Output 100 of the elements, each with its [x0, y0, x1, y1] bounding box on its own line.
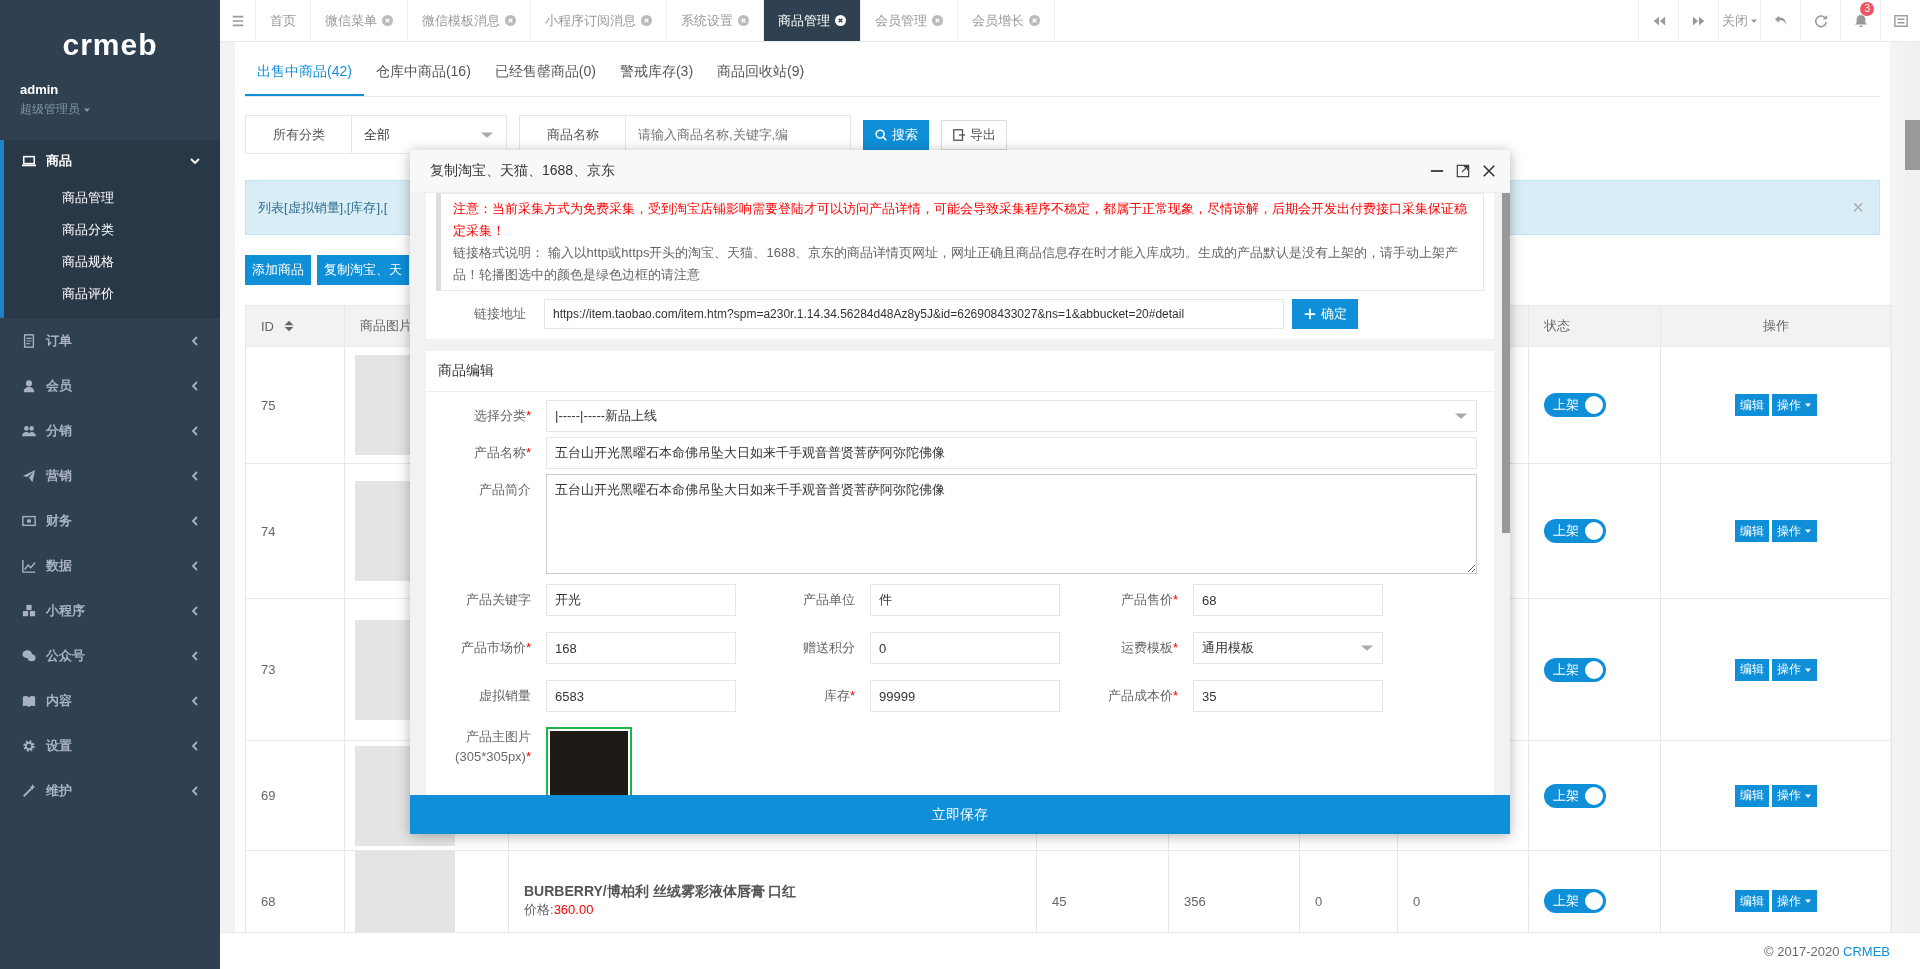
page-tab[interactable]: 商品管理: [764, 0, 861, 41]
sidebar-menu-item[interactable]: 订单: [0, 318, 220, 363]
input-field[interactable]: 168: [546, 632, 736, 664]
field-label: 产品售价*: [1119, 591, 1179, 609]
bell-icon: [1853, 13, 1868, 28]
edit-button[interactable]: 编辑: [1734, 890, 1769, 912]
close-icon: [1482, 164, 1496, 178]
people-icon: [22, 423, 36, 438]
banknote-icon: [22, 513, 36, 528]
input-field[interactable]: 6583: [546, 680, 736, 712]
edit-button[interactable]: 编辑: [1734, 520, 1769, 542]
export-button[interactable]: 导出: [941, 119, 1007, 150]
page-tab[interactable]: 会员管理: [861, 0, 958, 41]
field-label: 产品简介: [478, 481, 532, 499]
sidebar-submenu-item[interactable]: 商品规格: [4, 246, 220, 278]
save-button[interactable]: 立即保存: [410, 795, 1510, 834]
input-field[interactable]: 五台山开光黑曜石本命佛吊坠大日如来千手观音普贤菩萨阿弥陀佛像: [546, 437, 1477, 469]
tab[interactable]: 仓库中商品(16): [363, 42, 483, 96]
field-label: 产品市场价*: [459, 639, 532, 657]
more-actions-button[interactable]: 操作: [1772, 520, 1818, 542]
sidebar-menu-item[interactable]: 小程序: [0, 588, 220, 633]
page-tab[interactable]: 首页: [256, 0, 311, 41]
caret-icon: [1804, 527, 1813, 535]
more-actions-button[interactable]: 操作: [1772, 784, 1818, 807]
tab[interactable]: 出售中商品(42): [245, 42, 364, 96]
input-field[interactable]: 68: [1193, 584, 1383, 616]
category-dropdown[interactable]: 全部: [352, 116, 506, 153]
sidebar-menu-item[interactable]: 商品: [4, 140, 220, 182]
tab[interactable]: 警戒库存(3): [607, 42, 706, 96]
text-area[interactable]: 五台山开光黑曜石本命佛吊坠大日如来千手观音普贤菩萨阿弥陀佛像: [546, 474, 1477, 574]
status-toggle[interactable]: 上架: [1544, 519, 1606, 543]
confirm-button[interactable]: 确定: [1292, 299, 1358, 329]
status-toggle[interactable]: 上架: [1544, 889, 1606, 913]
sort-icon: [282, 319, 296, 333]
page-tab[interactable]: 小程序订阅消息: [531, 0, 667, 41]
dropdown[interactable]: 通用模板: [1193, 632, 1383, 664]
dialog-title: 复制淘宝、天猫、1688、京东: [430, 162, 616, 180]
table-cell: 73: [245, 598, 345, 741]
user-name: admin: [20, 82, 59, 97]
gear-icon: [22, 738, 36, 753]
menu-icon: [230, 13, 245, 28]
maximize-button[interactable]: [1456, 164, 1470, 178]
tab[interactable]: 商品回收站(9): [705, 42, 817, 96]
edit-button[interactable]: 编辑: [1734, 658, 1769, 681]
page-tab[interactable]: 微信模板消息: [408, 0, 531, 41]
scrollbar-thumb[interactable]: [1502, 193, 1510, 533]
tab[interactable]: 已经售罄商品(0): [482, 42, 608, 96]
close-tabs-dropdown[interactable]: 关闭: [1718, 0, 1760, 41]
sidebar-menu-item[interactable]: 公众号: [0, 633, 220, 678]
copy-product-button[interactable]: 复制淘宝、天: [317, 255, 409, 285]
copyright-text: © 2017-2020 CRMEB: [1764, 943, 1890, 959]
more-actions-button[interactable]: 操作: [1772, 658, 1818, 681]
close-button[interactable]: [1482, 164, 1496, 178]
input-field[interactable]: 0: [870, 632, 1060, 664]
column-header: ID: [261, 318, 274, 334]
help-text: 链接格式说明： 输入以http或https开头的淘宝、天猫、1688、京东的商品详情页网址，网址正确且商品信息存在时才能入库成功。生成的产品默认是没有上架的，请手动上架产品！轮播图选中的颜色是绿色边框的请注意: [453, 244, 1460, 284]
sidebar-submenu-item[interactable]: 商品评价: [4, 278, 220, 310]
refresh-icon: [1813, 13, 1828, 28]
sidebar-menu-item[interactable]: 维护: [0, 768, 220, 813]
close-icon[interactable]: [835, 15, 846, 26]
input-field[interactable]: 开光: [546, 584, 736, 616]
sidebar-menu-item[interactable]: 内容: [0, 678, 220, 723]
input-field[interactable]: 99999: [870, 680, 1060, 712]
table-cell: 74: [245, 463, 345, 599]
input-field[interactable]: 件: [870, 584, 1060, 616]
sidebar-menu-item[interactable]: 会员: [0, 363, 220, 408]
photo-thumbnail[interactable]: [546, 727, 632, 795]
search-button[interactable]: 搜索: [863, 119, 929, 150]
user-role-dropdown[interactable]: 超级管理员: [20, 101, 91, 118]
paper-plane-icon: [22, 468, 36, 483]
sidebar-menu-item[interactable]: 分销: [0, 408, 220, 453]
sidebar-menu-item[interactable]: 营销: [0, 453, 220, 498]
more-actions-button[interactable]: 操作: [1772, 890, 1818, 912]
page-tab[interactable]: 会员增长: [958, 0, 1055, 41]
sidebar-menu-item[interactable]: 财务: [0, 498, 220, 543]
dropdown[interactable]: |-----|-----新品上线: [546, 400, 1477, 432]
status-toggle[interactable]: 上架: [1544, 657, 1606, 682]
status-toggle[interactable]: 上架: [1544, 393, 1606, 417]
sidebar-menu-item[interactable]: 设置: [0, 723, 220, 768]
field-label: 赠送积分: [802, 639, 856, 657]
input-field[interactable]: 35: [1193, 680, 1383, 712]
edit-button[interactable]: 编辑: [1734, 394, 1769, 416]
product-name: BURBERRY/博柏利 丝绒雾彩液体唇膏 口红: [524, 883, 798, 901]
footer-link[interactable]: CRMEB: [1843, 943, 1890, 959]
sidebar-submenu-item[interactable]: 商品分类: [4, 214, 220, 246]
edit-button[interactable]: 编辑: [1734, 784, 1769, 807]
add-product-button[interactable]: 添加商品: [245, 255, 311, 285]
sidebar-submenu-item[interactable]: 商品管理: [4, 182, 220, 214]
url-field[interactable]: https://item.taobao.com/item.htm?spm=a230r.1.14.34.56284d48Az8y5J&id=626908433027&ns=1&abbucket=20#detail: [544, 299, 1284, 329]
alert-text: 列表[虚拟销量],[库存],[: [258, 198, 388, 217]
status-toggle[interactable]: 上架: [1544, 783, 1606, 808]
wand-icon: [22, 783, 36, 798]
sidebar-menu-item[interactable]: 数据: [0, 543, 220, 588]
logo: crmeb: [62, 28, 158, 62]
page-tab[interactable]: 微信菜单: [311, 0, 408, 41]
table-cell: 69: [245, 740, 345, 851]
maximize-icon: [1456, 164, 1470, 178]
line-chart-icon: [22, 558, 36, 573]
more-actions-button[interactable]: 操作: [1772, 394, 1818, 416]
filter-label: 所有分类: [246, 116, 352, 153]
